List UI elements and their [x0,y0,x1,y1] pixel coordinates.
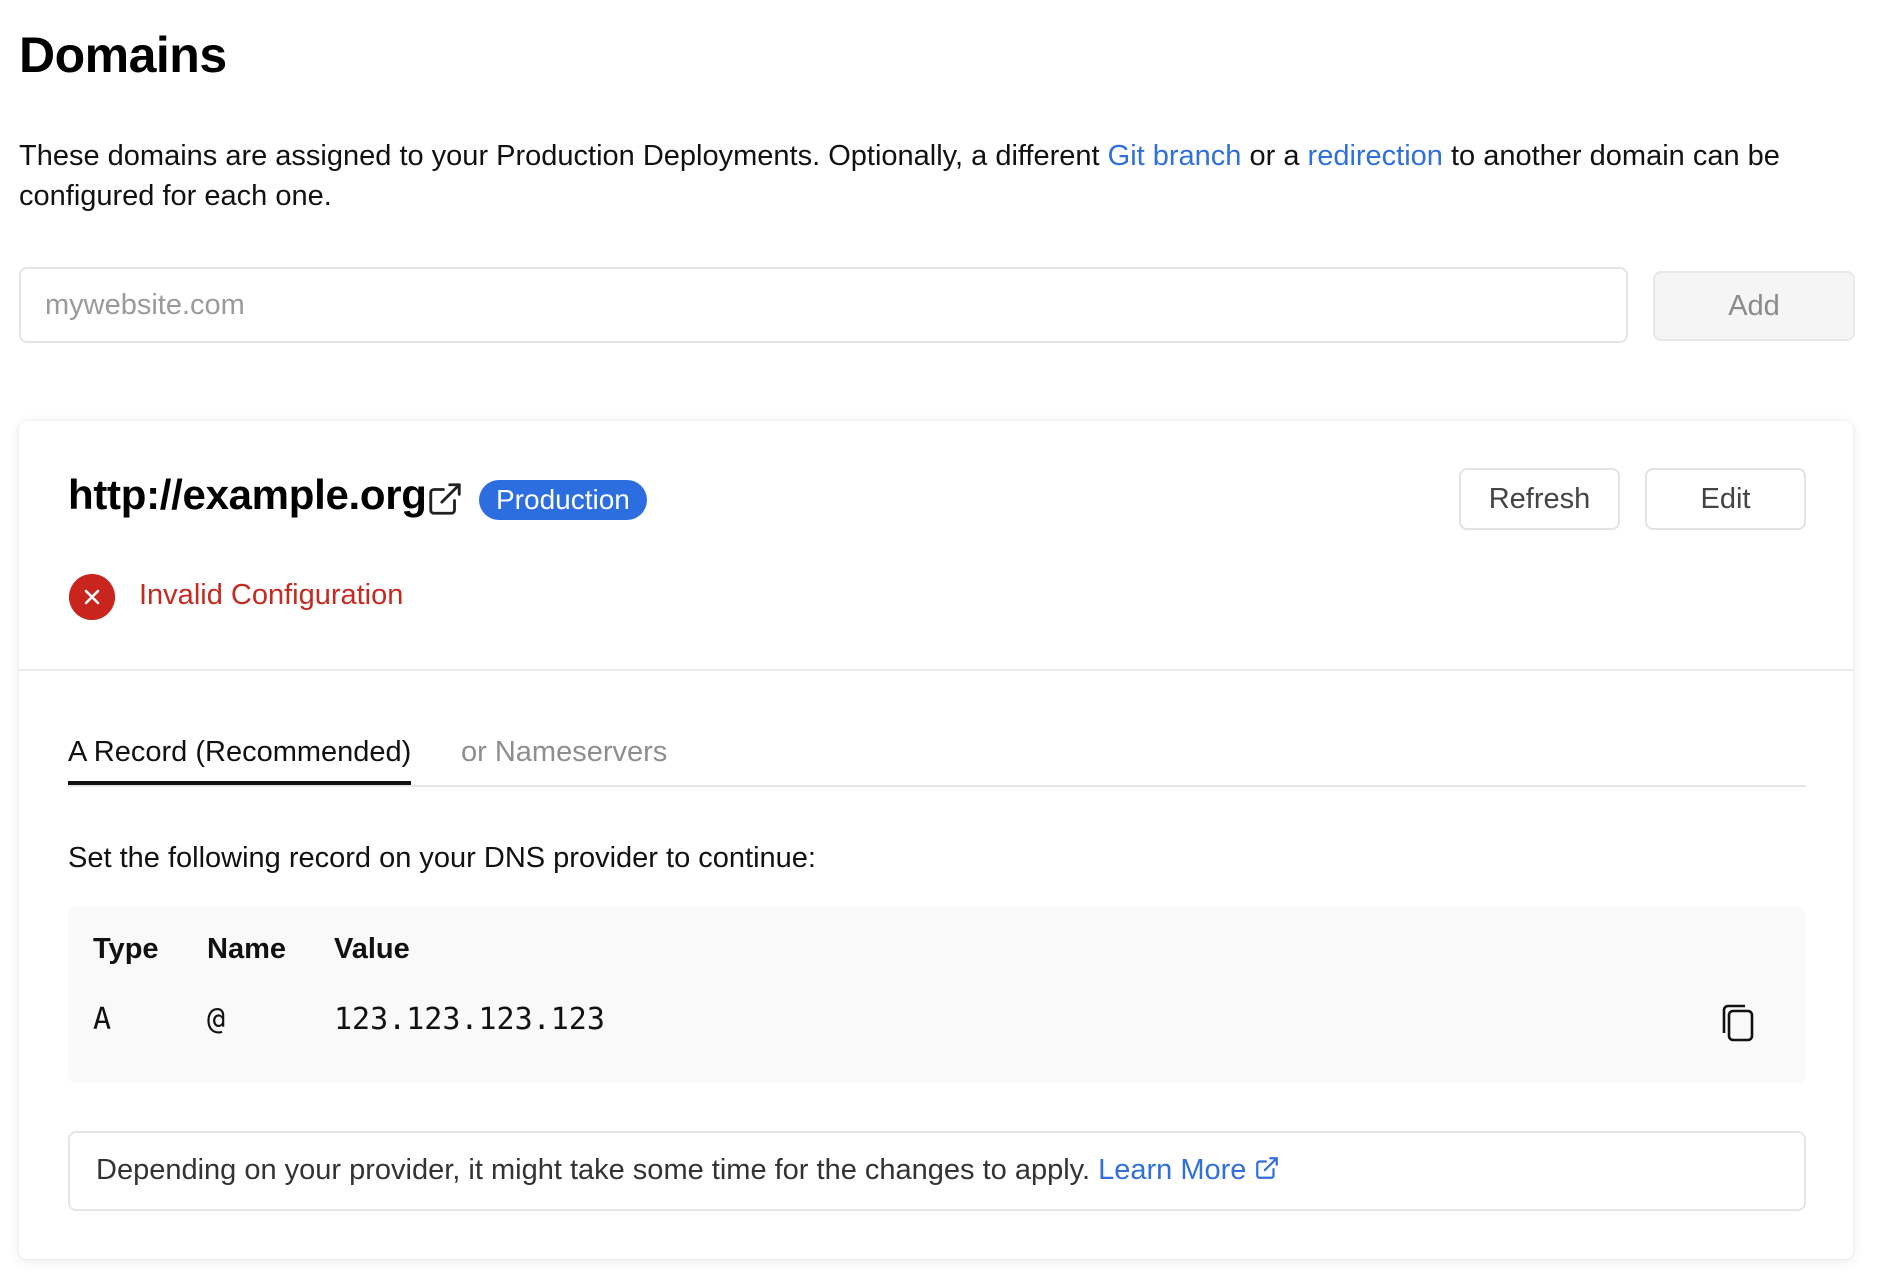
edit-button[interactable]: Edit [1645,468,1806,530]
tab-a-record[interactable]: A Record (Recommended) [68,736,411,785]
git-branch-link[interactable]: Git branch [1108,140,1242,172]
column-header-type: Type [93,933,159,965]
dns-instruction: Set the following record on your DNS pro… [68,842,816,874]
intro-text-1: These domains are assigned to your Produ… [19,140,1108,172]
x-circle-icon [69,574,115,620]
column-header-value: Value [334,933,410,965]
redirection-link[interactable]: redirection [1308,140,1443,172]
column-header-name: Name [207,933,286,965]
dns-tabs: A Record (Recommended) or Nameservers [68,736,1806,787]
domain-card: http://example.org Production Refresh Ed… [19,421,1853,1259]
record-value: 123.123.123.123 [334,1002,605,1037]
external-link-icon [1256,1157,1279,1179]
page-title: Domains [19,27,227,83]
learn-more-label: Learn More [1098,1154,1247,1186]
dns-record-table: Type Name Value A @ 123.123.123.123 [68,907,1806,1083]
copy-icon[interactable] [1719,1002,1757,1044]
domains-page: Domains These domains are assigned to yo… [0,0,1878,1288]
external-link-icon[interactable] [426,480,464,518]
production-badge: Production [479,480,647,520]
learn-more-link[interactable]: Learn More [1098,1154,1280,1186]
domain-input[interactable] [19,267,1628,343]
domain-card-header: http://example.org Production Refresh Ed… [19,421,1853,671]
propagation-note: Depending on your provider, it might tak… [68,1131,1806,1211]
status-text: Invalid Configuration [139,579,404,611]
page-description: These domains are assigned to your Produ… [19,136,1859,216]
domain-name-link[interactable]: http://example.org [68,471,427,519]
refresh-button[interactable]: Refresh [1459,468,1620,530]
intro-text-2: or a [1241,140,1308,172]
record-type: A [93,1002,112,1037]
add-button[interactable]: Add [1653,271,1855,341]
tab-nameservers[interactable]: or Nameservers [461,736,667,783]
add-domain-row: Add [19,267,1855,347]
note-text: Depending on your provider, it might tak… [96,1154,1099,1186]
record-name: @ [207,1002,226,1037]
